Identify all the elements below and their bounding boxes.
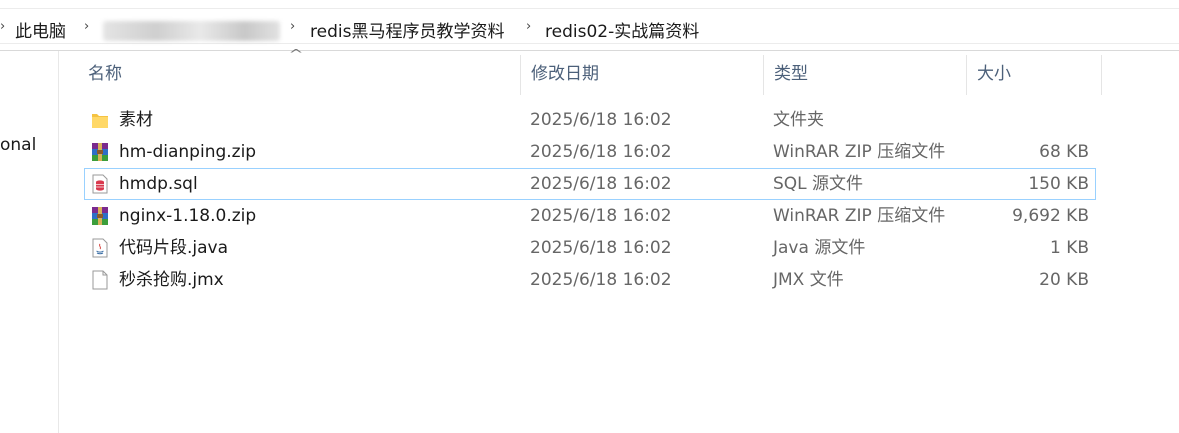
breadcrumb-redacted[interactable] xyxy=(103,21,280,41)
winrar-archive-icon xyxy=(92,207,108,225)
java-file-icon xyxy=(92,238,108,258)
file-size: 20 KB xyxy=(1039,270,1089,290)
file-row[interactable]: 秒杀抢购.jmx 2025/6/18 16:02 JMX 文件 20 KB xyxy=(84,264,1096,296)
winrar-archive-icon xyxy=(92,143,108,161)
sql-file-icon xyxy=(92,174,108,194)
file-modified: 2025/6/18 16:02 xyxy=(530,206,672,226)
file-name: 秒杀抢购.jmx xyxy=(119,270,224,290)
folder-icon xyxy=(92,114,108,128)
column-header-name-label: 名称 xyxy=(88,64,122,84)
file-modified: 2025/6/18 16:02 xyxy=(530,174,672,194)
file-name: 素材 xyxy=(119,110,153,130)
file-modified: 2025/6/18 16:02 xyxy=(530,142,672,162)
file-size: 150 KB xyxy=(1028,174,1089,194)
file-row[interactable]: 素材 2025/6/18 16:02 文件夹 xyxy=(84,104,1096,136)
chevron-right-icon[interactable]: › xyxy=(290,19,295,34)
column-header-modified[interactable]: 修改日期 xyxy=(521,51,764,95)
file-row[interactable]: hm-dianping.zip 2025/6/18 16:02 WinRAR Z… xyxy=(84,136,1096,168)
column-header-size[interactable]: 大小 xyxy=(967,51,1102,95)
breadcrumb-folder1[interactable]: redis黑马程序员教学资料 xyxy=(310,17,504,42)
file-type: 文件夹 xyxy=(773,110,824,130)
navigation-pane: onal xyxy=(0,51,59,433)
address-bar[interactable]: › 此电脑 › › redis黑马程序员教学资料 › redis02-实战篇资料 xyxy=(0,0,1179,51)
file-name: hmdp.sql xyxy=(119,174,198,194)
file-modified: 2025/6/18 16:02 xyxy=(530,238,672,258)
column-header-size-label: 大小 xyxy=(977,64,1011,84)
nav-item-partial[interactable]: onal xyxy=(0,135,36,155)
file-name: hm-dianping.zip xyxy=(119,142,257,162)
file-size: 1 KB xyxy=(1049,238,1089,258)
chevron-right-icon[interactable]: › xyxy=(84,19,89,34)
file-type: JMX 文件 xyxy=(773,270,844,290)
column-header-row: ^ 名称 修改日期 类型 大小 xyxy=(59,47,1179,95)
breadcrumb[interactable]: › 此电脑 › › redis黑马程序员教学资料 › redis02-实战篇资料 xyxy=(0,8,1179,44)
file-name: nginx-1.18.0.zip xyxy=(119,206,257,226)
blank-file-icon xyxy=(92,270,108,290)
file-row[interactable]: hmdp.sql 2025/6/18 16:02 SQL 源文件 150 KB xyxy=(84,168,1096,200)
file-row[interactable]: 代码片段.java 2025/6/18 16:02 Java 源文件 1 KB xyxy=(84,232,1096,264)
file-modified: 2025/6/18 16:02 xyxy=(530,110,672,130)
file-type: Java 源文件 xyxy=(773,238,866,258)
file-type: WinRAR ZIP 压缩文件 xyxy=(773,206,946,226)
file-size: 9,692 KB xyxy=(1012,206,1089,226)
file-modified: 2025/6/18 16:02 xyxy=(530,270,672,290)
file-type: WinRAR ZIP 压缩文件 xyxy=(773,142,946,162)
column-header-modified-label: 修改日期 xyxy=(531,64,599,84)
column-header-name[interactable]: 名称 xyxy=(78,51,521,95)
file-name: 代码片段.java xyxy=(119,238,229,258)
breadcrumb-root[interactable]: 此电脑 xyxy=(15,17,66,42)
column-header-type-label: 类型 xyxy=(774,64,808,84)
chevron-right-icon[interactable]: › xyxy=(526,19,531,34)
chevron-right-icon[interactable]: › xyxy=(0,19,5,34)
file-type: SQL 源文件 xyxy=(773,174,864,194)
breadcrumb-folder2[interactable]: redis02-实战篇资料 xyxy=(545,17,699,42)
file-size: 68 KB xyxy=(1039,142,1089,162)
file-row[interactable]: nginx-1.18.0.zip 2025/6/18 16:02 WinRAR … xyxy=(84,200,1096,232)
column-header-type[interactable]: 类型 xyxy=(764,51,967,95)
